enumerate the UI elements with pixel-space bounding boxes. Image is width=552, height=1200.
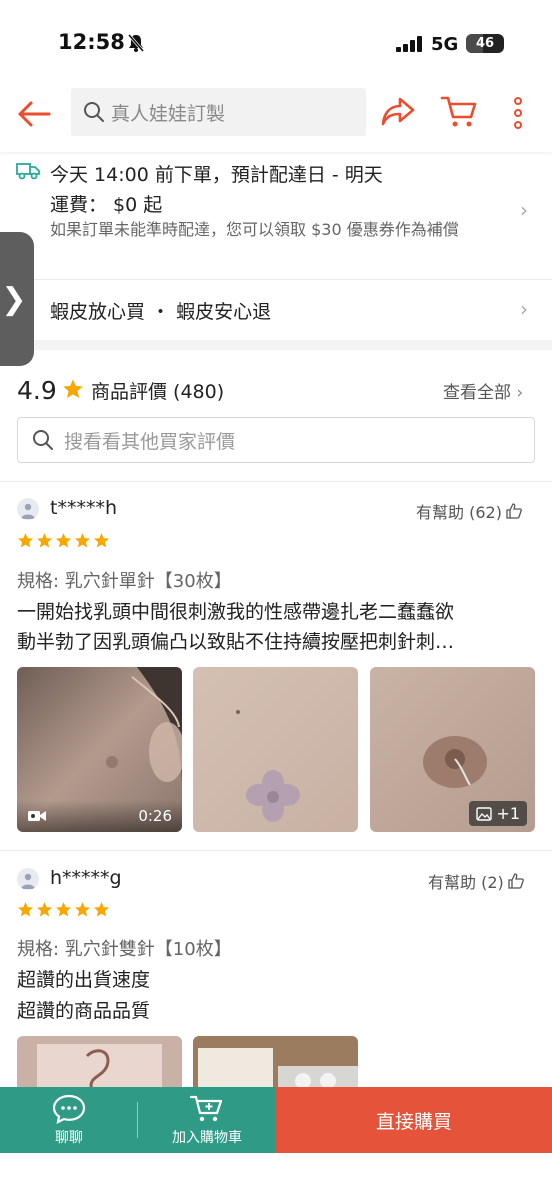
side-drawer-tab[interactable]: ❯: [0, 232, 34, 366]
shipping-fee: 運費： $0 起: [50, 194, 163, 216]
thumbs-up-icon: [506, 503, 522, 519]
review-photo-thumbnail[interactable]: +1: [370, 667, 535, 832]
star-icon: [55, 902, 72, 917]
more-photos-count: +1: [496, 804, 520, 823]
chat-button[interactable]: 聊聊: [0, 1087, 138, 1153]
review-stars: [17, 901, 110, 918]
add-cart-icon: [189, 1095, 223, 1121]
helpful-button[interactable]: 有幫助 (2): [428, 869, 524, 893]
search-placeholder: 真人娃娃訂製: [111, 102, 226, 125]
star-icon: [93, 533, 110, 548]
delivery-chevron-right-icon[interactable]: ›: [520, 198, 528, 222]
share-button[interactable]: [380, 95, 416, 131]
see-all-reviews-link[interactable]: 查看全部 ›: [443, 378, 523, 403]
reviewer-name: t*****h: [50, 497, 117, 519]
review-text-line1: 超讚的出貨速度: [17, 969, 151, 991]
helpful-count: 有幫助 (62): [416, 503, 502, 522]
signal-icon: [396, 36, 424, 56]
chevron-right-icon: ❯: [1, 281, 27, 317]
search-input[interactable]: 真人娃娃訂製: [71, 88, 366, 136]
review-video-thumbnail[interactable]: 0:26: [17, 667, 182, 832]
divider: [0, 279, 552, 280]
review-photo-image: [193, 667, 358, 832]
shopee-guarantee[interactable]: 蝦皮放心買 ・ 蝦皮安心退: [50, 297, 271, 324]
star-icon: [93, 902, 110, 917]
review-text-line2: 超讚的商品品質: [17, 1000, 151, 1022]
chat-label: 聊聊: [55, 1129, 83, 1146]
star-icon: [36, 533, 53, 548]
rating-label: 商品評價 (480): [91, 381, 225, 403]
image-icon: [476, 806, 493, 821]
see-all-chevron-icon: ›: [516, 383, 524, 403]
review-stars: [17, 532, 110, 549]
review-text-line2: 動半勃了因乳頭偏凸以致貼不住持續按壓把刺針刺…: [17, 631, 455, 653]
avatar[interactable]: [17, 868, 39, 890]
see-all-label: 查看全部: [443, 383, 511, 403]
star-icon: [36, 902, 53, 917]
buy-now-label: 直接購買: [375, 1110, 452, 1133]
user-avatar-icon: [21, 503, 35, 519]
home-indicator-area: [0, 1153, 552, 1200]
more-vertical-icon: [514, 97, 522, 129]
rating-score: 4.9: [17, 376, 57, 405]
review-search-placeholder: 搜看看其他買家評價: [64, 430, 236, 453]
star-icon: [62, 378, 84, 404]
search-icon: [33, 430, 53, 450]
divider: [0, 481, 552, 482]
review-photo-thumbnail[interactable]: [193, 667, 358, 832]
add-to-cart-button[interactable]: 加入購物車: [138, 1087, 276, 1153]
review-text-line1: 一開始找乳頭中間很刺激我的性感帶邊扎老二蠢蠢欲: [17, 601, 455, 623]
star-icon: [17, 533, 34, 548]
helpful-button[interactable]: 有幫助 (62): [416, 499, 522, 523]
cart-button[interactable]: [440, 95, 478, 133]
status-time: 12:58: [58, 30, 125, 54]
arrow-left-icon: [18, 101, 51, 127]
star-icon: [55, 533, 72, 548]
delivery-guarantee-note: 如果訂單未能準時配達，您可以領取 $30 優惠券作為補償: [50, 220, 459, 239]
battery-icon: 46: [466, 34, 504, 53]
search-icon: [84, 102, 104, 122]
reviewer-name: h*****g: [50, 867, 122, 889]
section-gap: [0, 340, 552, 350]
shopping-cart-icon: [440, 96, 477, 127]
variant-spec: 規格: 乳穴針單針【30枚】: [17, 571, 232, 592]
bell-muted-icon: [126, 33, 146, 57]
guarantee-chevron-right-icon[interactable]: ›: [520, 297, 528, 321]
delivery-estimate: 今天 14:00 前下單，預計配達日 - 明天: [50, 164, 383, 186]
video-camera-icon: [28, 811, 46, 821]
helpful-count: 有幫助 (2): [428, 873, 504, 892]
variant-spec: 規格: 乳穴針雙針【10枚】: [17, 939, 232, 960]
back-button[interactable]: [14, 94, 54, 134]
avatar[interactable]: [17, 498, 39, 520]
chat-bubble-icon: [52, 1094, 86, 1124]
buy-now-button[interactable]: 直接購買: [276, 1087, 552, 1153]
share-icon: [381, 97, 415, 126]
divider: [0, 850, 552, 851]
add-cart-label: 加入購物車: [172, 1129, 242, 1146]
star-icon: [74, 533, 91, 548]
network-type: 5G: [431, 34, 459, 55]
user-avatar-icon: [21, 873, 35, 889]
video-duration: 0:26: [138, 807, 172, 825]
more-options-button[interactable]: [510, 96, 526, 134]
divider: [137, 1102, 138, 1138]
thumbs-up-icon: [508, 873, 524, 889]
truck-icon: [16, 162, 40, 184]
star-icon: [17, 902, 34, 917]
video-badge: 0:26: [17, 800, 182, 832]
more-photos-badge: +1: [469, 801, 527, 826]
product-page: 12:58 5G 46 真人娃娃訂製 今天 14:00 前下單，預計配達日 - …: [0, 0, 552, 1200]
star-icon: [74, 902, 91, 917]
review-search-input[interactable]: 搜看看其他買家評價: [17, 417, 535, 463]
battery-percent: 46: [475, 36, 495, 51]
